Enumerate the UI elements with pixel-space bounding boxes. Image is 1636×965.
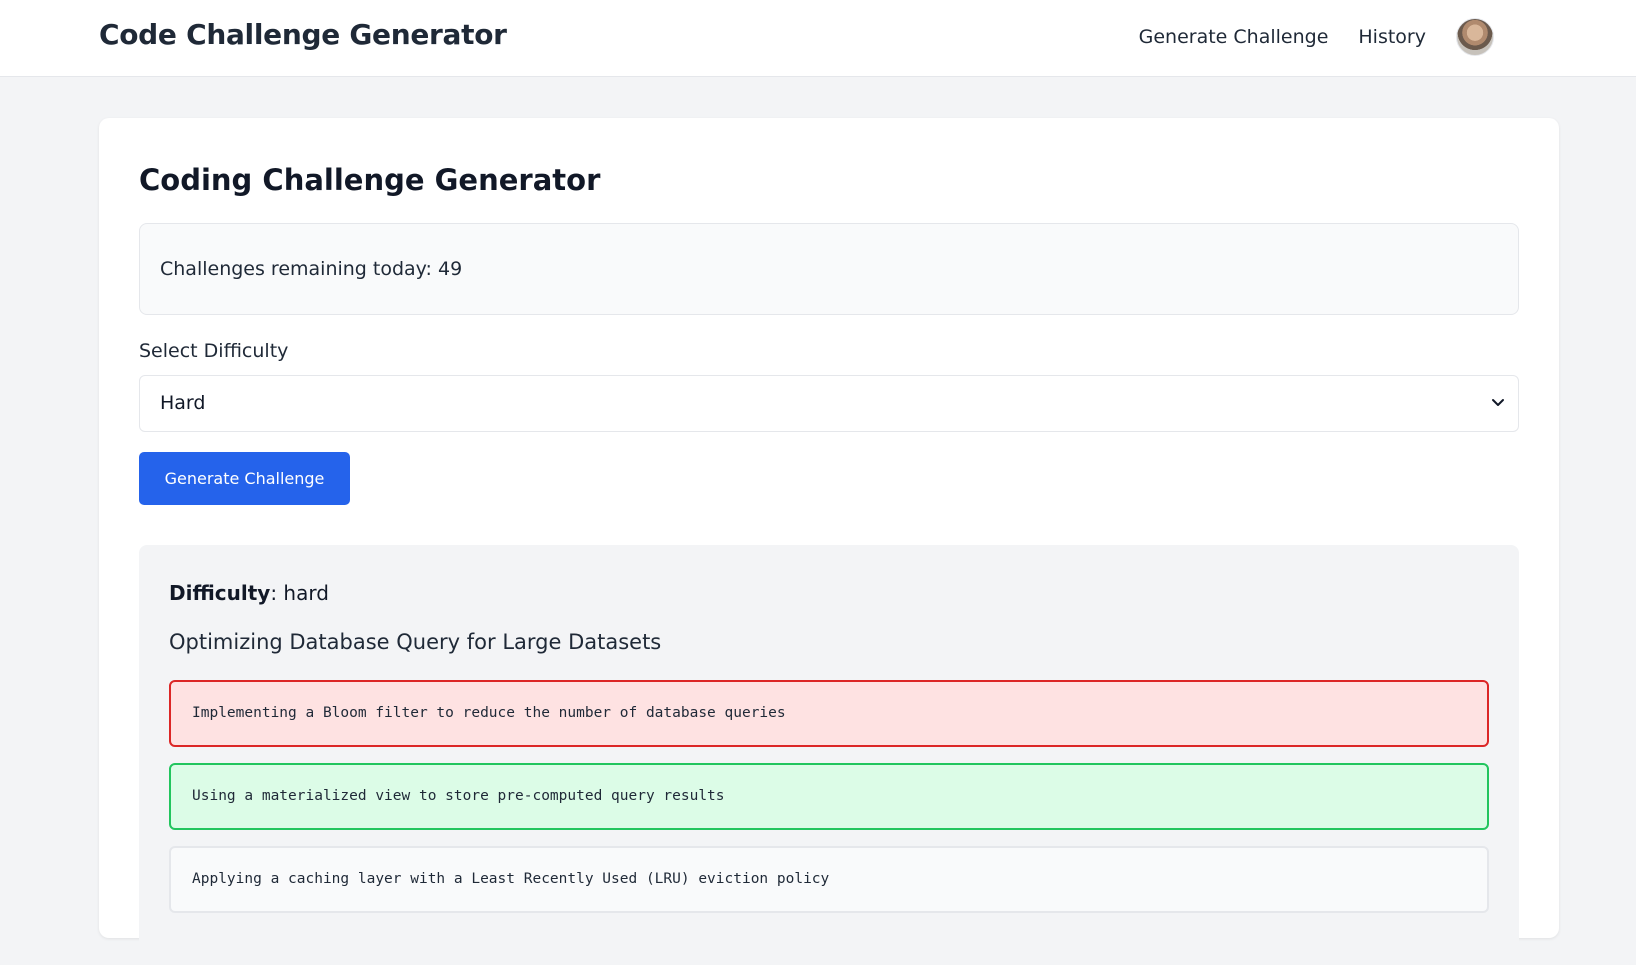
chevron-down-icon bbox=[1492, 399, 1504, 406]
top-navbar: Code Challenge Generator Generate Challe… bbox=[0, 0, 1636, 77]
difficulty-value: : hard bbox=[270, 581, 329, 605]
answer-option-text: Using a materialized view to store pre-c… bbox=[192, 788, 725, 804]
difficulty-select-value: Hard bbox=[160, 392, 206, 414]
nav-link-history[interactable]: History bbox=[1358, 26, 1426, 48]
answer-option-incorrect[interactable]: Implementing a Bloom filter to reduce th… bbox=[169, 680, 1489, 747]
user-avatar[interactable] bbox=[1456, 18, 1494, 56]
page-title: Coding Challenge Generator bbox=[139, 163, 601, 197]
challenge-result-panel: Difficulty: hard Optimizing Database Que… bbox=[139, 545, 1519, 965]
nav-links: Generate Challenge History bbox=[1109, 17, 1494, 57]
answer-option[interactable]: Applying a caching layer with a Least Re… bbox=[169, 846, 1489, 913]
answer-option-correct[interactable]: Using a materialized view to store pre-c… bbox=[169, 763, 1489, 830]
difficulty-line: Difficulty: hard bbox=[169, 581, 329, 605]
main-card: Coding Challenge Generator Challenges re… bbox=[99, 118, 1559, 965]
quota-text: Challenges remaining today: 49 bbox=[160, 258, 463, 280]
difficulty-select[interactable]: Hard bbox=[139, 375, 1519, 432]
nav-link-generate-challenge[interactable]: Generate Challenge bbox=[1139, 26, 1329, 48]
quota-box: Challenges remaining today: 49 bbox=[139, 223, 1519, 315]
difficulty-select-label: Select Difficulty bbox=[139, 340, 289, 362]
answer-option-text: Implementing a Bloom filter to reduce th… bbox=[192, 705, 786, 721]
difficulty-label: Difficulty bbox=[169, 581, 271, 605]
generate-challenge-button[interactable]: Generate Challenge bbox=[139, 452, 350, 505]
answer-option-text: Applying a caching layer with a Least Re… bbox=[192, 871, 830, 887]
challenge-title: Optimizing Database Query for Large Data… bbox=[169, 630, 662, 654]
brand-title[interactable]: Code Challenge Generator bbox=[99, 18, 507, 51]
